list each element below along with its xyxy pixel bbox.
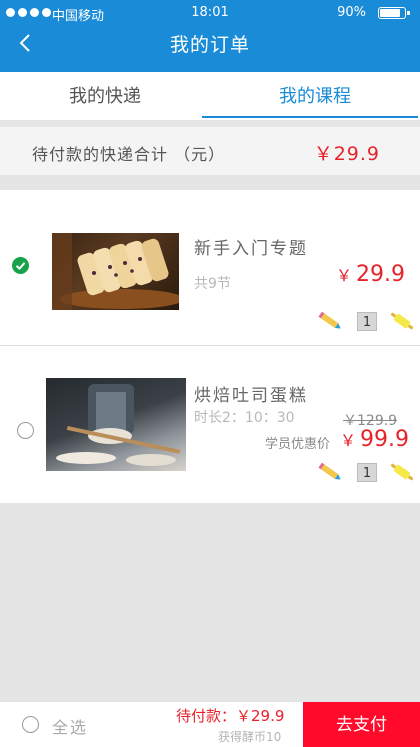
currency-symbol: ￥ (336, 266, 353, 285)
select-all-checkbox[interactable] (22, 716, 39, 733)
payable-total: 待付款：￥29.9 (176, 707, 285, 725)
pending-total-row: 待付款的快递合计 （元） ￥29.9 (0, 127, 420, 175)
course-title: 烘焙吐司蛋糕 (194, 386, 308, 406)
bread-loaf-image (52, 233, 179, 310)
earned-coins: 获得酵币10 (218, 730, 282, 744)
pencil-icon[interactable] (316, 460, 344, 484)
member-price-label: 学员优惠价 (265, 437, 331, 452)
unselected-checkbox[interactable] (17, 422, 34, 439)
battery-icon (378, 7, 410, 19)
currency-symbol: ￥ (340, 431, 357, 450)
battery-percent: 90% (337, 5, 366, 20)
check-icon (15, 262, 26, 271)
app-header: 中国移动 18:01 90% 我的订单 (0, 0, 420, 72)
quantity-display[interactable]: 1 (357, 463, 377, 482)
course-thumbnail-bread[interactable] (52, 233, 179, 310)
course-price: ￥ 99.9 (340, 427, 409, 452)
list-item[interactable]: 新手入门专题 共9节 ￥ 29.9 1 (0, 190, 420, 346)
course-lesson-count: 共9节 (194, 276, 231, 292)
tab-my-courses[interactable]: 我的课程 (210, 72, 420, 120)
course-title: 新手入门专题 (194, 239, 308, 259)
status-bar: 中国移动 18:01 90% (0, 0, 420, 26)
pending-total-value: ￥29.9 (313, 143, 380, 165)
course-order-list: 新手入门专题 共9节 ￥ 29.9 1 烘焙吐司蛋糕 时长2：10：30 ￥12… (0, 190, 420, 503)
list-item[interactable]: 烘焙吐司蛋糕 时长2：10：30 ￥129.9 学员优惠价 ￥ 99.9 1 (0, 347, 420, 503)
pay-button[interactable]: 去支付 (303, 702, 420, 747)
checkout-bar: 全选 待付款：￥29.9 获得酵币10 去支付 (0, 701, 420, 747)
pencil-icon[interactable] (316, 309, 344, 333)
course-thumbnail-baking[interactable] (46, 378, 186, 471)
course-price: ￥ 29.9 (336, 262, 405, 287)
selected-checkbox[interactable] (12, 257, 29, 274)
rolling-pin-icon[interactable] (388, 309, 416, 333)
price-value: 29.9 (356, 262, 405, 287)
page-title: 我的订单 (169, 34, 250, 56)
active-tab-indicator (202, 116, 418, 118)
baker-kneading-image (56, 384, 181, 466)
rolling-pin-icon[interactable] (388, 460, 416, 484)
price-value: 99.9 (360, 427, 409, 452)
order-tabs: 我的快递 我的课程 (0, 72, 420, 120)
course-duration: 时长2：10：30 (194, 410, 295, 426)
quantity-display[interactable]: 1 (357, 312, 377, 331)
select-all-label[interactable]: 全选 (52, 714, 88, 738)
tab-my-express[interactable]: 我的快递 (0, 72, 210, 120)
pending-total-label: 待付款的快递合计 （元） (32, 145, 226, 164)
